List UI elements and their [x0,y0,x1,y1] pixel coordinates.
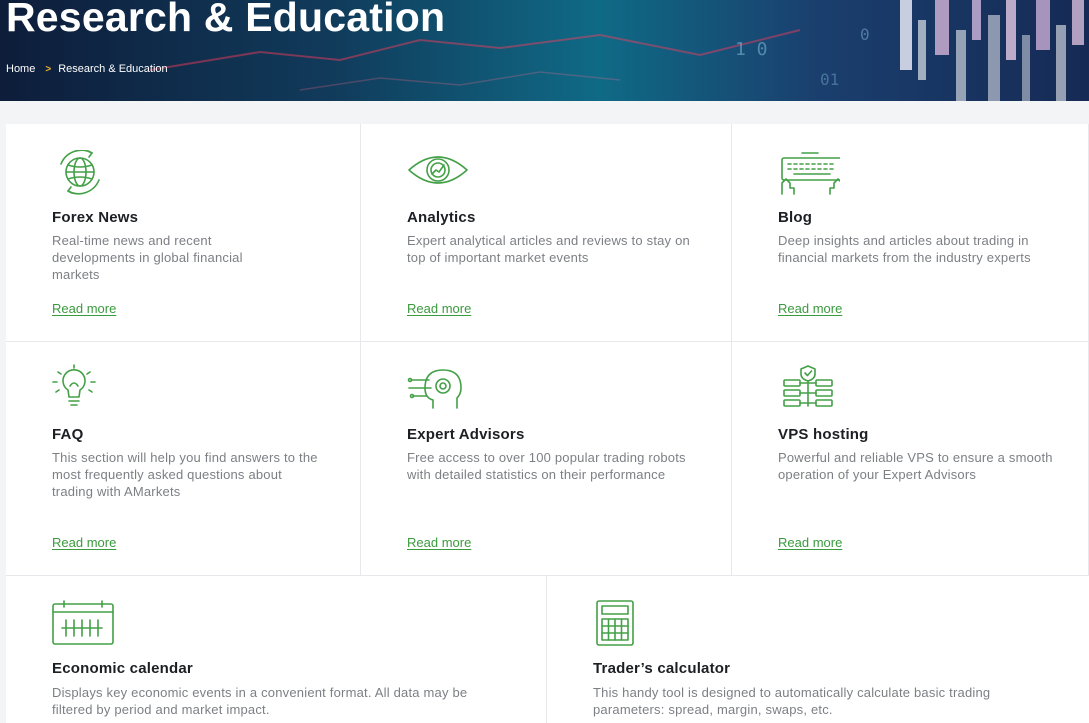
card-traders-calculator[interactable]: Trader’s calculator This handy tool is d… [547,576,1089,723]
card-description: This section will help you find answers … [52,450,318,499]
keyboard-hands-icon [781,152,840,195]
breadcrumb-separator-icon: > [45,63,52,75]
card-title: Economic calendar [52,660,193,677]
card-description: Free access to over 100 popular trading … [407,450,686,482]
card-description: Deep insights and articles about trading… [778,233,1031,265]
card-title: Forex News [52,209,139,226]
card-title: FAQ [52,426,84,443]
card-description: Expert analytical articles and reviews t… [407,233,690,265]
card-title: Blog [778,209,813,226]
read-more-link[interactable]: Read more [52,535,116,550]
globe-refresh-icon [60,150,100,195]
card-expert-advisors[interactable]: Expert Advisors Free access to over 100 … [361,342,732,576]
read-more-link[interactable]: Read more [407,535,471,550]
read-more-link[interactable]: Read more [52,301,116,316]
breadcrumb-home-link[interactable]: Home [6,63,35,75]
svg-text:0: 0 [860,25,870,44]
read-more-link[interactable]: Read more [778,535,842,550]
card-faq[interactable]: FAQ This section will help you find answ… [6,342,361,576]
svg-text:1 0: 1 0 [735,39,768,60]
card-vps-hosting[interactable]: VPS hosting Powerful and reliable VPS to… [732,342,1089,576]
eye-chart-icon [408,156,468,184]
read-more-link[interactable]: Read more [407,301,471,316]
card-analytics[interactable]: Analytics Expert analytical articles and… [361,124,732,342]
card-title: Analytics [407,209,476,226]
read-more-link[interactable]: Read more [778,301,842,316]
page-title: Research & Education [6,0,446,40]
robot-head-icon [407,369,462,409]
breadcrumb: Home > Research & Education [6,63,168,75]
calculator-icon [596,600,634,646]
card-title: VPS hosting [778,426,869,443]
card-description: Powerful and reliable VPS to ensure a sm… [778,450,1053,482]
card-description: Real-time news and recent developments i… [52,233,243,282]
lightbulb-icon [52,364,96,406]
card-blog[interactable]: Blog Deep insights and articles about tr… [732,124,1089,342]
card-description: This handy tool is designed to automatic… [593,685,991,717]
card-economic-calendar[interactable]: Economic calendar Displays key economic … [6,576,547,723]
calendar-icon [52,600,114,645]
server-shield-icon [783,365,833,407]
hero-banner: 1 0 01 0 Research & Education Home > Res… [0,0,1089,101]
card-title: Expert Advisors [407,426,525,443]
card-description: Displays key economic events in a conven… [52,685,468,717]
svg-text:01: 01 [820,70,839,89]
breadcrumb-current: Research & Education [58,63,168,75]
research-cards-grid: Forex News Real-time news and recent dev… [6,124,1089,723]
card-forex-news[interactable]: Forex News Real-time news and recent dev… [6,124,361,342]
card-title: Trader’s calculator [593,660,731,677]
